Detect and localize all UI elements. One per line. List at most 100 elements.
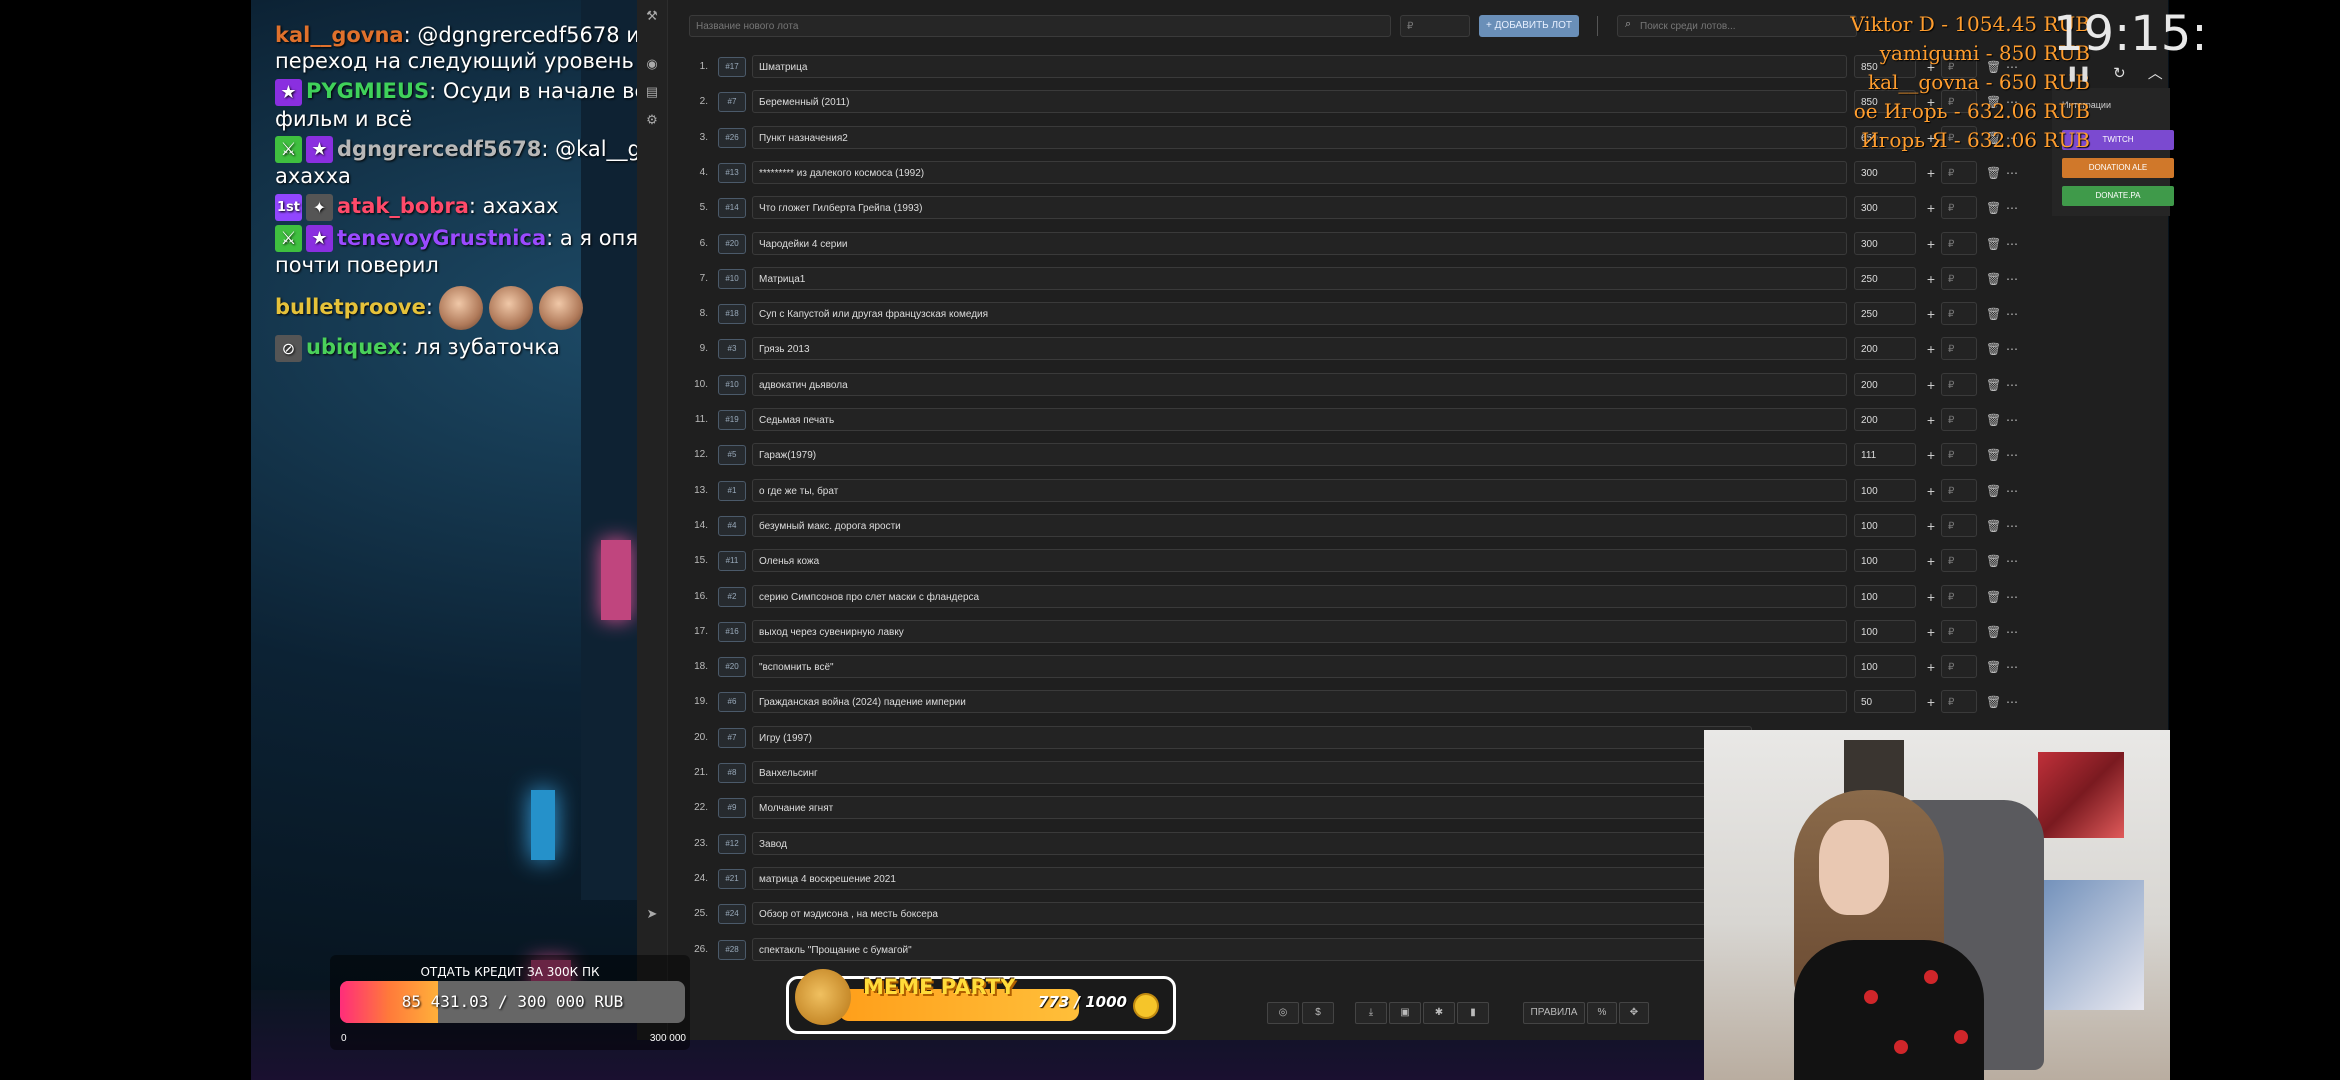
list-icon[interactable]: ▤ xyxy=(645,84,659,99)
more-icon[interactable]: ⋯ xyxy=(2006,478,2018,504)
trash-icon[interactable]: 🗑 xyxy=(1986,407,2001,433)
more-icon[interactable]: ⋯ xyxy=(2006,584,2018,610)
github-icon[interactable]: ◎ xyxy=(1267,1002,1299,1024)
send-icon[interactable]: ➤ xyxy=(645,906,659,921)
plus-icon[interactable]: + xyxy=(1924,336,1938,362)
add-amount-field[interactable]: ₽ xyxy=(1941,584,1977,608)
pause-icon[interactable]: ❚❚ xyxy=(2066,65,2091,82)
plus-icon[interactable]: + xyxy=(1924,548,1938,574)
save-icon[interactable]: ▣ xyxy=(1389,1002,1421,1024)
plus-icon[interactable]: + xyxy=(1924,584,1938,610)
add-amount-field[interactable]: ₽ xyxy=(1941,408,1977,431)
lot-name-field[interactable]: Обзор от мэдисона , на месть боксера xyxy=(752,902,1752,926)
plus-icon[interactable]: + xyxy=(1924,301,1938,327)
plus-icon[interactable]: + xyxy=(1924,442,1938,468)
trash-icon[interactable]: 🗑 xyxy=(1986,266,2001,292)
add-amount-field[interactable]: ₽ xyxy=(1941,266,1977,290)
more-icon[interactable]: ⋯ xyxy=(2006,266,2018,292)
trash-icon[interactable]: 🗑 xyxy=(1986,231,2001,257)
cut-icon[interactable]: ▮ xyxy=(1457,1002,1489,1024)
lot-amount-field[interactable]: 200 xyxy=(1854,337,1916,361)
percent-icon[interactable]: % xyxy=(1587,1002,1617,1024)
lot-name-input[interactable]: Название нового лота xyxy=(689,15,1391,37)
trash-icon[interactable]: 🗑 xyxy=(1986,478,2001,504)
add-amount-field[interactable]: ₽ xyxy=(1941,443,1977,467)
lot-name-field[interactable]: Чародейки 4 серии xyxy=(752,231,1847,255)
plus-icon[interactable]: + xyxy=(1924,160,1938,186)
add-amount-field[interactable]: ₽ xyxy=(1941,160,1977,184)
add-lot-button[interactable]: + ДОБАВИТЬ ЛОТ xyxy=(1479,15,1579,37)
lot-amount-field[interactable]: 111 xyxy=(1854,443,1916,467)
lot-name-field[interactable]: адвокатич дьявола xyxy=(752,372,1847,396)
add-amount-field[interactable]: ₽ xyxy=(1941,655,1977,679)
trash-icon[interactable]: 🗑 xyxy=(1986,584,2001,610)
lot-name-field[interactable]: выход через сувенирную лавку xyxy=(752,619,1847,643)
more-icon[interactable]: ⋯ xyxy=(2006,336,2018,362)
add-amount-field[interactable]: ₽ xyxy=(1941,549,1977,573)
lot-name-field[interactable]: спектакль "Прощание с бумагой" xyxy=(752,937,1752,961)
lot-name-field[interactable]: Оленья кожа xyxy=(752,549,1847,573)
bug-icon[interactable]: ✱ xyxy=(1423,1002,1455,1024)
lot-amount-field[interactable]: 250 xyxy=(1854,266,1916,290)
lot-name-field[interactable]: Беременный (2011) xyxy=(752,90,1847,114)
more-icon[interactable]: ⋯ xyxy=(2006,407,2018,433)
more-icon[interactable]: ⋯ xyxy=(2006,195,2018,221)
add-amount-field[interactable]: ₽ xyxy=(1941,231,1977,255)
lot-name-field[interactable]: Грязь 2013 xyxy=(752,337,1847,361)
donation-alerts-button[interactable]: DONATION ALE xyxy=(2062,158,2174,178)
lot-amount-field[interactable]: 100 xyxy=(1854,619,1916,643)
more-icon[interactable]: ⋯ xyxy=(2006,231,2018,257)
lot-name-field[interactable]: Гражданская война (2024) падение империи xyxy=(752,690,1847,714)
move-icon[interactable]: ✥ xyxy=(1619,1002,1649,1024)
lot-name-field[interactable]: Что гложет Гилберта Грейпа (1993) xyxy=(752,196,1847,220)
lot-amount-field[interactable]: 300 xyxy=(1854,160,1916,184)
add-amount-field[interactable]: ₽ xyxy=(1941,690,1977,714)
plus-icon[interactable]: + xyxy=(1924,195,1938,221)
more-icon[interactable]: ⋯ xyxy=(2006,654,2018,680)
lot-amount-field[interactable]: 200 xyxy=(1854,372,1916,396)
lot-amount-field[interactable]: 100 xyxy=(1854,478,1916,502)
lot-name-field[interactable]: матрица 4 воскрешение 2021 xyxy=(752,866,1752,890)
add-amount-field[interactable]: ₽ xyxy=(1941,196,1977,220)
more-icon[interactable]: ⋯ xyxy=(2006,160,2018,186)
lot-amount-input[interactable]: ₽ xyxy=(1400,15,1470,37)
more-icon[interactable]: ⋯ xyxy=(2006,301,2018,327)
lot-name-field[interactable]: о где же ты, брат xyxy=(752,478,1847,502)
trash-icon[interactable]: 🗑 xyxy=(1986,513,2001,539)
more-icon[interactable]: ⋯ xyxy=(2006,372,2018,398)
add-amount-field[interactable]: ₽ xyxy=(1941,337,1977,361)
plus-icon[interactable]: + xyxy=(1924,478,1938,504)
plus-icon[interactable]: + xyxy=(1924,513,1938,539)
plus-icon[interactable]: + xyxy=(1924,372,1938,398)
dollar-icon[interactable]: $ xyxy=(1302,1002,1334,1024)
add-amount-field[interactable]: ₽ xyxy=(1941,619,1977,643)
lot-name-field[interactable]: Шматрица xyxy=(752,55,1847,78)
add-amount-field[interactable]: ₽ xyxy=(1941,302,1977,326)
lot-amount-field[interactable]: 50 xyxy=(1854,690,1916,714)
lot-name-field[interactable]: ********* из далекого космоса (1992) xyxy=(752,160,1847,184)
lot-amount-field[interactable]: 100 xyxy=(1854,549,1916,573)
trash-icon[interactable]: 🗑 xyxy=(1986,442,2001,468)
hammer-icon[interactable]: ⚒ xyxy=(645,8,659,23)
plus-icon[interactable]: + xyxy=(1924,231,1938,257)
add-amount-field[interactable]: ₽ xyxy=(1941,478,1977,502)
lot-amount-field[interactable]: 100 xyxy=(1854,584,1916,608)
trash-icon[interactable]: 🗑 xyxy=(1986,301,2001,327)
trash-icon[interactable]: 🗑 xyxy=(1986,336,2001,362)
lot-name-field[interactable]: Пункт назначения2 xyxy=(752,125,1847,149)
add-amount-field[interactable]: ₽ xyxy=(1941,513,1977,537)
lot-name-field[interactable]: Матрица1 xyxy=(752,266,1847,290)
gear-icon[interactable]: ⚙ xyxy=(645,112,659,127)
trash-icon[interactable]: 🗑 xyxy=(1986,195,2001,221)
lot-name-field[interactable]: Молчание ягнят xyxy=(752,796,1752,820)
plus-icon[interactable]: + xyxy=(1924,407,1938,433)
lot-amount-field[interactable]: 200 xyxy=(1854,408,1916,431)
chevron-up-icon[interactable]: ︿ xyxy=(2148,65,2163,82)
trash-icon[interactable]: 🗑 xyxy=(1986,619,2001,645)
plus-icon[interactable]: + xyxy=(1924,654,1938,680)
lot-name-field[interactable]: безумный макс. дорога ярости xyxy=(752,513,1847,537)
wheel-icon[interactable]: ◉ xyxy=(645,56,659,71)
rules-button[interactable]: ПРАВИЛА xyxy=(1523,1002,1585,1024)
lot-name-field[interactable]: "вспомнить всё" xyxy=(752,655,1847,679)
trash-icon[interactable]: 🗑 xyxy=(1986,654,2001,680)
